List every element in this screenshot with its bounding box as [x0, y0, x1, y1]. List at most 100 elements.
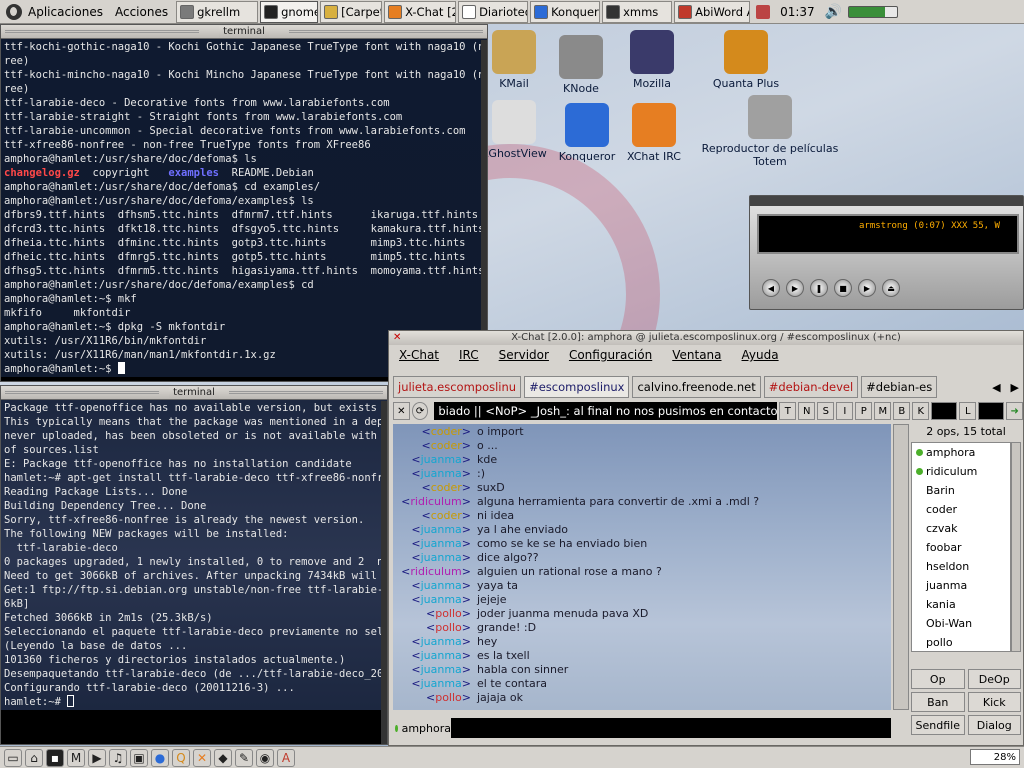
show-desktop-icon[interactable]: ▭ [4, 748, 22, 767]
zoom-level[interactable]: 28% [970, 749, 1020, 765]
mode-b-toggle[interactable]: B [893, 402, 911, 420]
chat-input[interactable] [451, 718, 891, 738]
xchat-window[interactable]: ✕ X-Chat [2.0.0]: amphora @ julieta.escom… [388, 330, 1024, 746]
deop-button[interactable]: DeOp [967, 669, 1021, 689]
abiword-launcher-icon[interactable]: A [277, 748, 295, 767]
mode-s-toggle[interactable]: S [817, 402, 835, 420]
message-nick[interactable]: <pollo> [393, 607, 477, 621]
user-list-item[interactable]: ridiculum [912, 462, 1010, 481]
home-folder-icon[interactable]: ⌂ [25, 748, 43, 767]
tab-next-icon[interactable]: ▶ [1011, 381, 1019, 394]
chat-log[interactable]: <coder> o import <coder> o ... <juanma> kde <j… [393, 424, 891, 710]
chat-scrollbar[interactable] [893, 424, 909, 710]
terminal-output[interactable]: ttf-kochi-gothic-naga10 - Kochi Gothic J… [1, 39, 487, 377]
terminal-window-top[interactable]: terminal ttf-kochi-gothic-naga10 - Kochi… [0, 24, 488, 382]
message-nick[interactable]: <coder> [393, 439, 477, 453]
message-nick[interactable]: <juanma> [393, 649, 477, 663]
xmms-player[interactable]: armstrong (0:07) XXX 55, W ◀ ▶ ❚ ■ ▶ ⏏ [749, 195, 1024, 310]
message-nick[interactable]: <coder> [393, 481, 477, 495]
menu-configuracin[interactable]: Configuración [569, 348, 652, 362]
actions-menu[interactable]: Acciones [109, 1, 174, 23]
xchat-launcher-icon[interactable]: ✕ [193, 748, 211, 767]
user-list-item[interactable]: juanma [912, 576, 1010, 595]
eject-icon[interactable]: ⏏ [882, 279, 900, 297]
mode-p-toggle[interactable]: P [855, 402, 873, 420]
play-icon[interactable]: ▶ [786, 279, 804, 297]
volume-icon[interactable]: 🔊 [825, 4, 842, 20]
ban-button[interactable]: Ban [911, 692, 965, 712]
desktop-icon[interactable]: Reproductor de películas Totem [700, 95, 840, 168]
media-launcher-icon[interactable]: ♫ [109, 748, 127, 767]
message-nick[interactable]: <pollo> [393, 691, 477, 705]
mode-i-toggle[interactable]: I [836, 402, 854, 420]
message-nick[interactable]: <juanma> [393, 677, 477, 691]
message-nick[interactable]: <coder> [393, 509, 477, 523]
topic-refresh-icon[interactable]: ⟳ [411, 402, 429, 420]
mode-m-toggle[interactable]: M [874, 402, 892, 420]
message-nick[interactable]: <ridiculum> [393, 495, 477, 509]
menu-ayuda[interactable]: Ayuda [742, 348, 779, 362]
terminal-output[interactable]: Package ttf-openoffice has no available … [1, 400, 387, 710]
next-icon[interactable]: ▶ [858, 279, 876, 297]
battery-meter[interactable] [848, 5, 899, 18]
close-icon[interactable]: ✕ [393, 331, 401, 345]
taskbar-button[interactable]: Konqueror [530, 0, 601, 23]
terminal-launcher-icon[interactable]: ▪ [46, 748, 64, 767]
taskbar-button[interactable]: X-Chat [2. [384, 0, 457, 23]
desktop-icon[interactable]: Mozilla [609, 30, 695, 90]
mode-n-toggle[interactable]: N [798, 402, 816, 420]
message-nick[interactable]: <juanma> [393, 579, 477, 593]
key-field[interactable] [931, 402, 958, 420]
taskbar-button[interactable]: AbiWord Ap [674, 0, 751, 23]
user-list-item[interactable]: czvak [912, 519, 1010, 538]
user-list-item[interactable]: hseldon [912, 557, 1010, 576]
userlist-scrollbar[interactable] [1011, 442, 1021, 652]
close-tab-icon[interactable]: ✕ [393, 402, 410, 420]
message-nick[interactable]: <juanma> [393, 635, 477, 649]
message-nick[interactable]: <juanma> [393, 537, 477, 551]
desktop-icon[interactable]: XChat IRC [611, 103, 697, 163]
menu-ventana[interactable]: Ventana [672, 348, 721, 362]
message-nick[interactable]: <juanma> [393, 551, 477, 565]
menu-irc[interactable]: IRC [459, 348, 479, 362]
expand-icon[interactable]: ➜ [1006, 402, 1023, 420]
user-list-item[interactable]: foobar [912, 538, 1010, 557]
image-launcher-icon[interactable]: ▣ [130, 748, 148, 767]
message-nick[interactable]: <juanma> [393, 663, 477, 677]
terminal-scrollbar[interactable] [381, 401, 387, 744]
limit-field[interactable] [978, 402, 1005, 420]
user-list-item[interactable]: amphora [912, 443, 1010, 462]
channel-tab[interactable]: #debian-devel [763, 376, 859, 398]
message-nick[interactable]: <juanma> [393, 523, 477, 537]
channel-tab[interactable]: #debian-es [861, 376, 938, 398]
terminal-window-bottom[interactable]: terminal Package ttf-openoffice has no a… [0, 385, 388, 745]
desktop-icon[interactable]: Quanta Plus [703, 30, 789, 90]
user-list-item[interactable]: Obi-Wan [912, 614, 1010, 633]
mode-k-toggle[interactable]: K [912, 402, 930, 420]
terminal-titlebar[interactable]: terminal [1, 386, 387, 400]
message-nick[interactable]: <pollo> [393, 621, 477, 635]
xmms-titlebar[interactable] [750, 196, 1023, 206]
user-list[interactable]: amphora ridiculum Barin coder czvak foobar hse… [911, 442, 1011, 652]
gimp-launcher-icon[interactable]: ◉ [256, 748, 274, 767]
xchat-titlebar[interactable]: ✕ X-Chat [2.0.0]: amphora @ julieta.escom… [389, 331, 1023, 345]
topic-field[interactable]: biado || <NoP> _Josh_: al final no nos p… [434, 402, 778, 420]
tab-prev-icon[interactable]: ◀ [992, 381, 1000, 394]
clock[interactable]: 01:37 [776, 5, 819, 19]
menu-xchat[interactable]: X-Chat [399, 348, 439, 362]
kdevelop-launcher-icon[interactable]: ◆ [214, 748, 232, 767]
channel-tab[interactable]: #escomposlinux [524, 376, 630, 398]
terminal-titlebar[interactable]: terminal [1, 25, 487, 39]
taskbar-button[interactable]: xmms [602, 0, 673, 23]
globe-launcher-icon[interactable]: ● [151, 748, 169, 767]
taskbar-button[interactable]: Diarioted. [458, 0, 529, 23]
taskbar-button[interactable]: gnome-ter [260, 0, 319, 23]
channel-tab[interactable]: julieta.escomposlinu [393, 376, 522, 398]
message-nick[interactable]: <juanma> [393, 467, 477, 481]
menu-servidor[interactable]: Servidor [499, 348, 549, 362]
channel-tab[interactable]: calvino.freenode.net [632, 376, 761, 398]
applications-menu[interactable]: Aplicaciones [0, 1, 109, 23]
user-list-item[interactable]: coder [912, 500, 1010, 519]
mode-t-toggle[interactable]: T [779, 402, 797, 420]
own-nick[interactable]: amphora [391, 722, 451, 735]
